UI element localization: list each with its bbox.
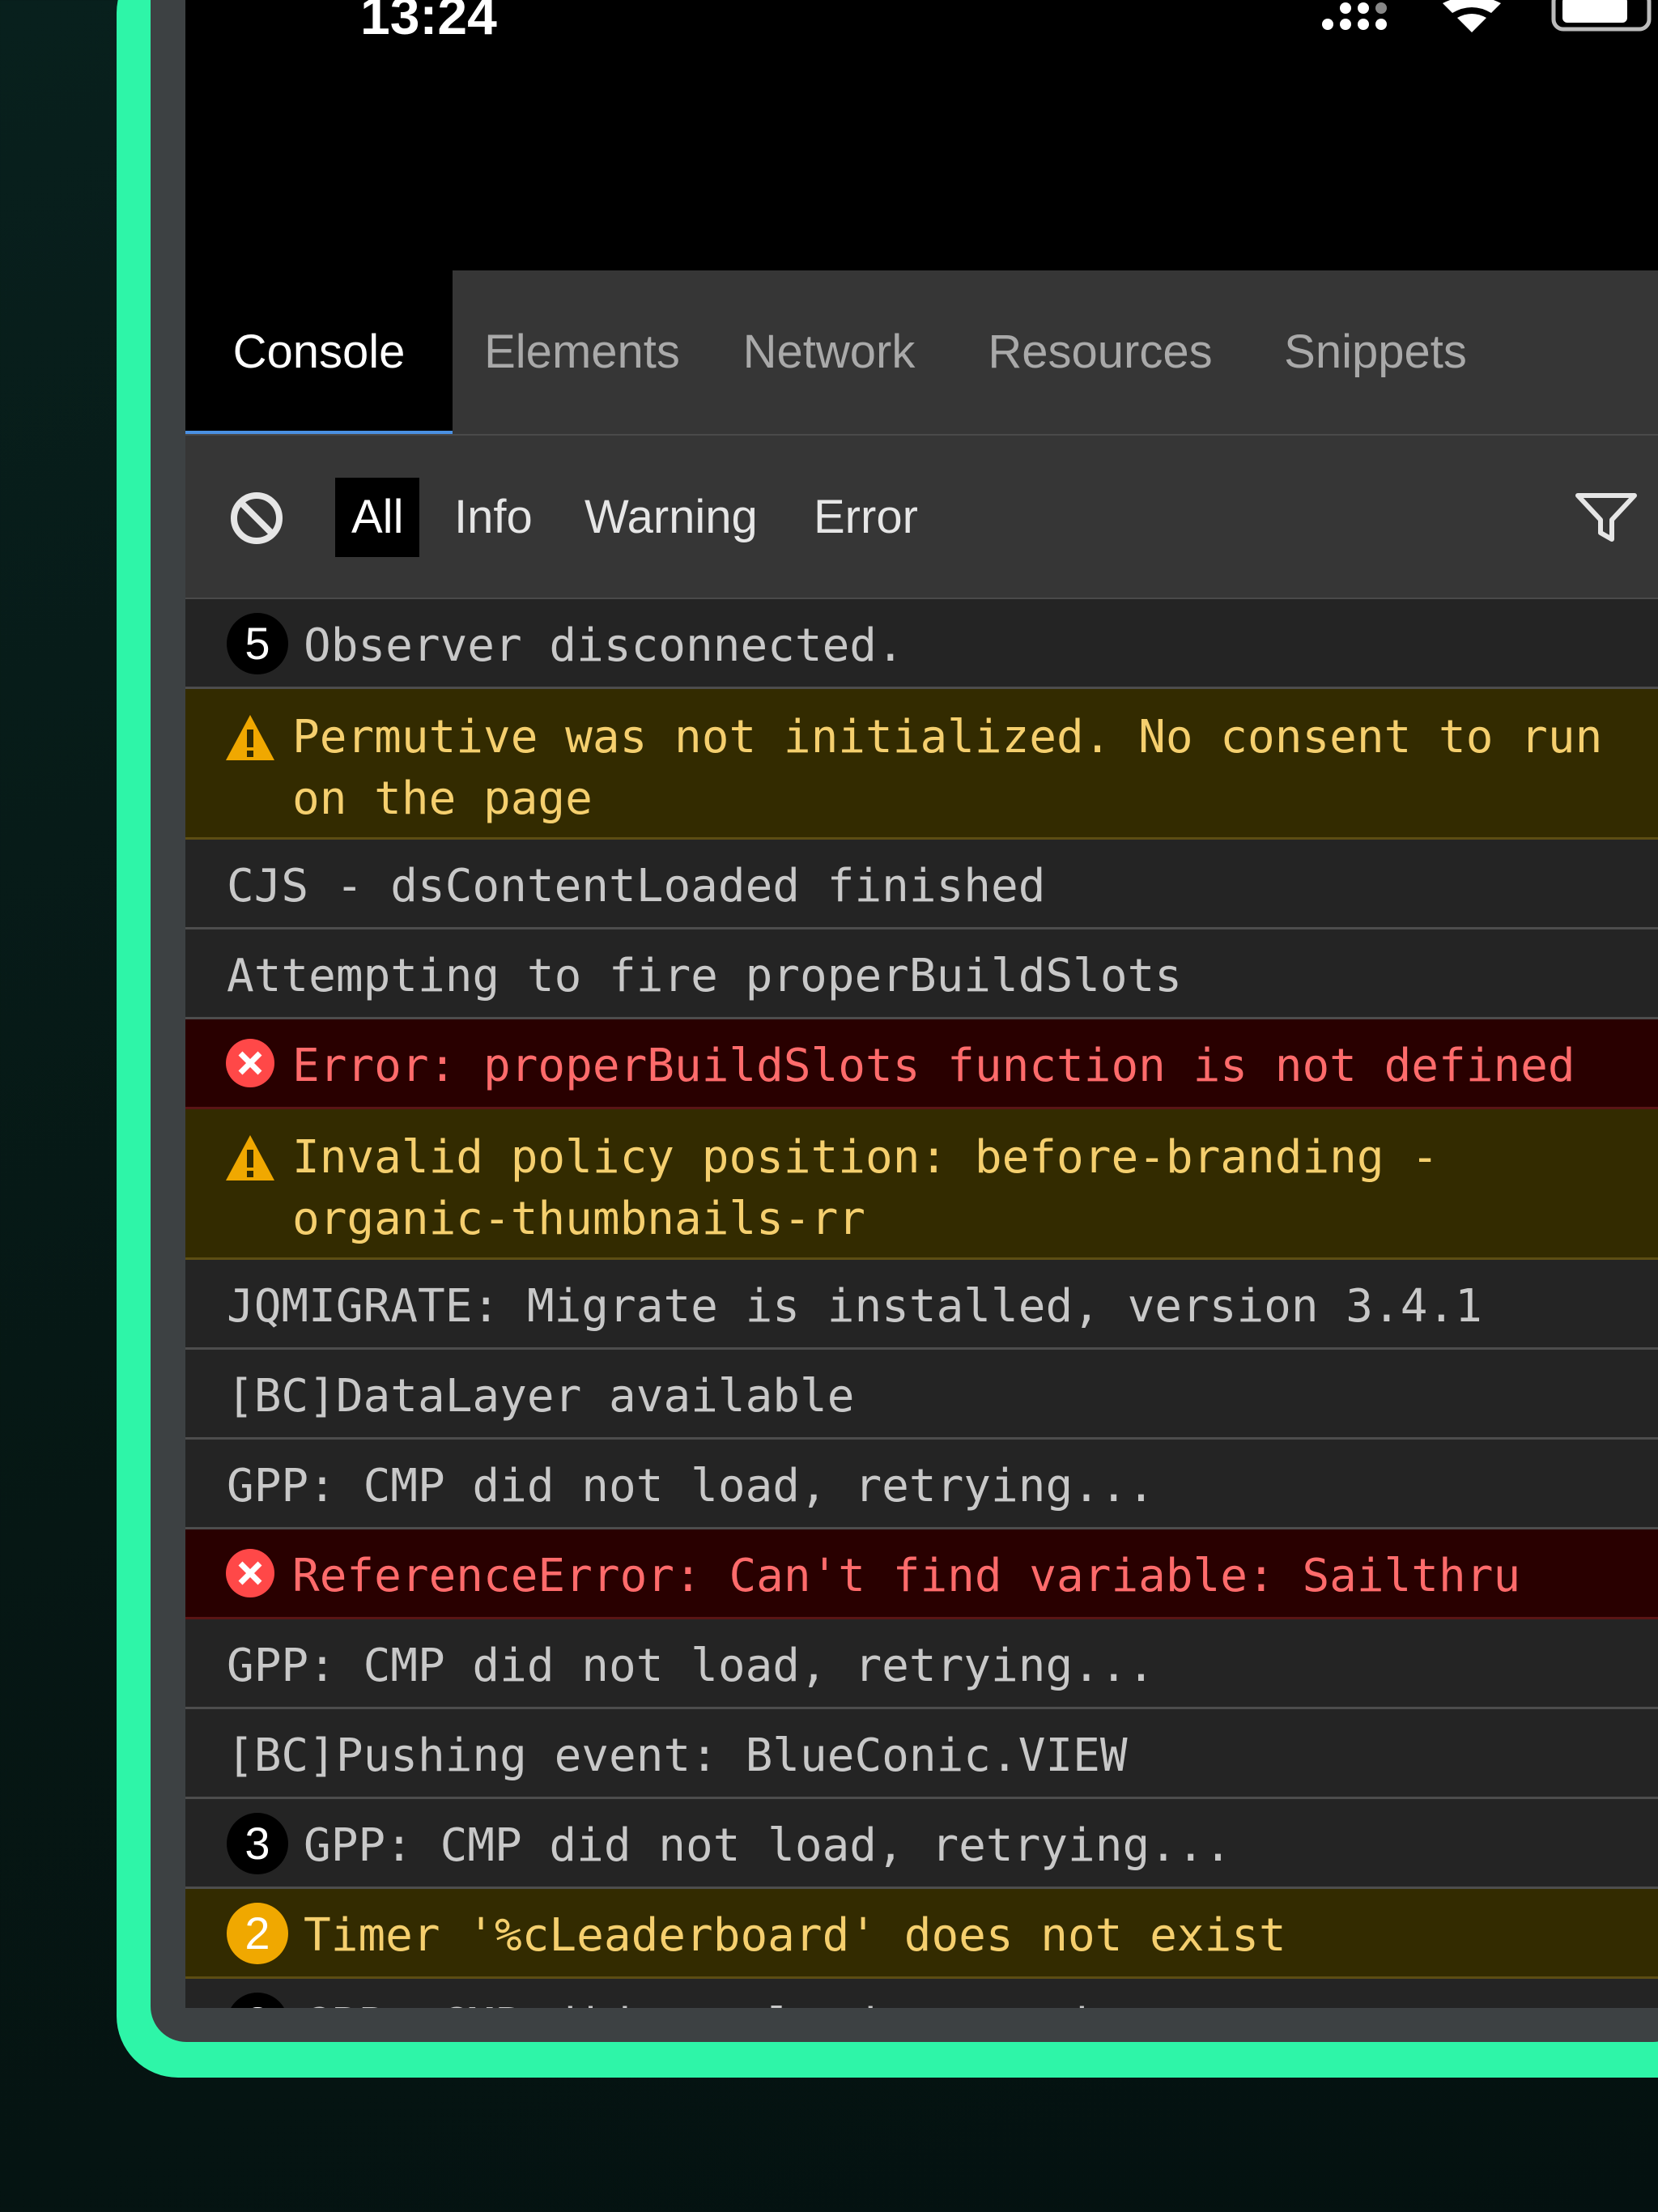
log-message: Invalid policy position: before-branding… <box>292 1131 1439 1245</box>
log-message: Permutive was not initialized. No consen… <box>292 711 1603 825</box>
battery-icon <box>1551 0 1652 32</box>
filter-error-button[interactable]: Error <box>814 478 918 557</box>
repeat-count-badge: 3 <box>227 1813 288 1874</box>
log-row: 2 GPP: CMP did not load, retrying... <box>185 1979 1658 2008</box>
error-row: ReferenceError: Can't find variable: Sai… <box>185 1529 1658 1619</box>
warning-icon <box>226 715 274 760</box>
error-icon <box>226 1039 274 1087</box>
repeat-count-badge: 2 <box>227 1993 288 2008</box>
warning-row: 2 Timer '%cLeaderboard' does not exist <box>185 1889 1658 1979</box>
log-row: [BC]DataLayer available <box>185 1350 1658 1440</box>
log-message: Error: properBuildSlots function is not … <box>292 1040 1575 1092</box>
error-row: Error: properBuildSlots function is not … <box>185 1019 1658 1109</box>
cellular-signal-icon <box>1322 2 1387 30</box>
tab-console[interactable]: Console <box>185 270 453 434</box>
warning-row: Invalid policy position: before-branding… <box>185 1109 1658 1260</box>
log-message: GPP: CMP did not load, retrying... <box>304 1819 1232 1872</box>
repeat-count-badge: 2 <box>227 1903 288 1964</box>
filter-info-button[interactable]: Info <box>454 478 533 557</box>
log-row: 5 Observer disconnected. <box>185 599 1658 689</box>
log-message: Timer '%cLeaderboard' does not exist <box>304 1909 1286 1962</box>
log-message: [BC]Pushing event: BlueConic.VIEW <box>227 1729 1128 1782</box>
device-screen: 13:24 Console Elements Network Resources… <box>185 0 1658 2008</box>
log-message: JQMIGRATE: Migrate is installed, version… <box>227 1280 1482 1333</box>
tab-network[interactable]: Network <box>712 270 946 434</box>
clear-console-icon[interactable] <box>229 491 284 546</box>
log-message: Observer disconnected. <box>304 619 904 672</box>
log-row: CJS - dsContentLoaded finished <box>185 840 1658 929</box>
wifi-icon <box>1443 0 1501 32</box>
log-row: Attempting to fire properBuildSlots <box>185 929 1658 1019</box>
console-log: 5 Observer disconnected. Permutive was n… <box>185 599 1658 2008</box>
warning-icon <box>226 1135 274 1180</box>
tab-elements[interactable]: Elements <box>469 270 695 434</box>
log-message: GPP: CMP did not load, retrying... <box>304 1999 1231 2008</box>
funnel-icon[interactable] <box>1575 491 1638 546</box>
log-message: GPP: CMP did not load, retrying... <box>227 1640 1155 1692</box>
log-row: GPP: CMP did not load, retrying... <box>185 1440 1658 1529</box>
warning-row: Permutive was not initialized. No consen… <box>185 689 1658 840</box>
log-message: GPP: CMP did not load, retrying... <box>227 1460 1155 1512</box>
log-message: CJS - dsContentLoaded finished <box>227 860 1046 912</box>
filter-all-button[interactable]: All <box>335 478 420 557</box>
log-message: Attempting to fire properBuildSlots <box>227 950 1183 1002</box>
log-row: JQMIGRATE: Migrate is installed, version… <box>185 1260 1658 1350</box>
status-time: 13:24 <box>360 0 497 45</box>
log-message: ReferenceError: Can't find variable: Sai… <box>292 1550 1521 1602</box>
tab-resources[interactable]: Resources <box>963 270 1238 434</box>
log-message: [BC]DataLayer available <box>227 1370 855 1423</box>
devtools-tab-bar: Console Elements Network Resources Snipp… <box>185 270 1658 436</box>
filter-warning-button[interactable]: Warning <box>585 478 758 557</box>
repeat-count-badge: 5 <box>227 613 288 674</box>
status-bar: 13:24 <box>185 0 1658 270</box>
log-row: 3 GPP: CMP did not load, retrying... <box>185 1799 1658 1889</box>
console-filter-bar: All Info Warning Error <box>185 436 1658 599</box>
log-row: [BC]Pushing event: BlueConic.VIEW <box>185 1709 1658 1799</box>
log-row: GPP: CMP did not load, retrying... <box>185 1619 1658 1709</box>
error-icon <box>226 1549 274 1597</box>
tab-snippets[interactable]: Snippets <box>1254 270 1497 434</box>
status-icons <box>1318 0 1658 49</box>
